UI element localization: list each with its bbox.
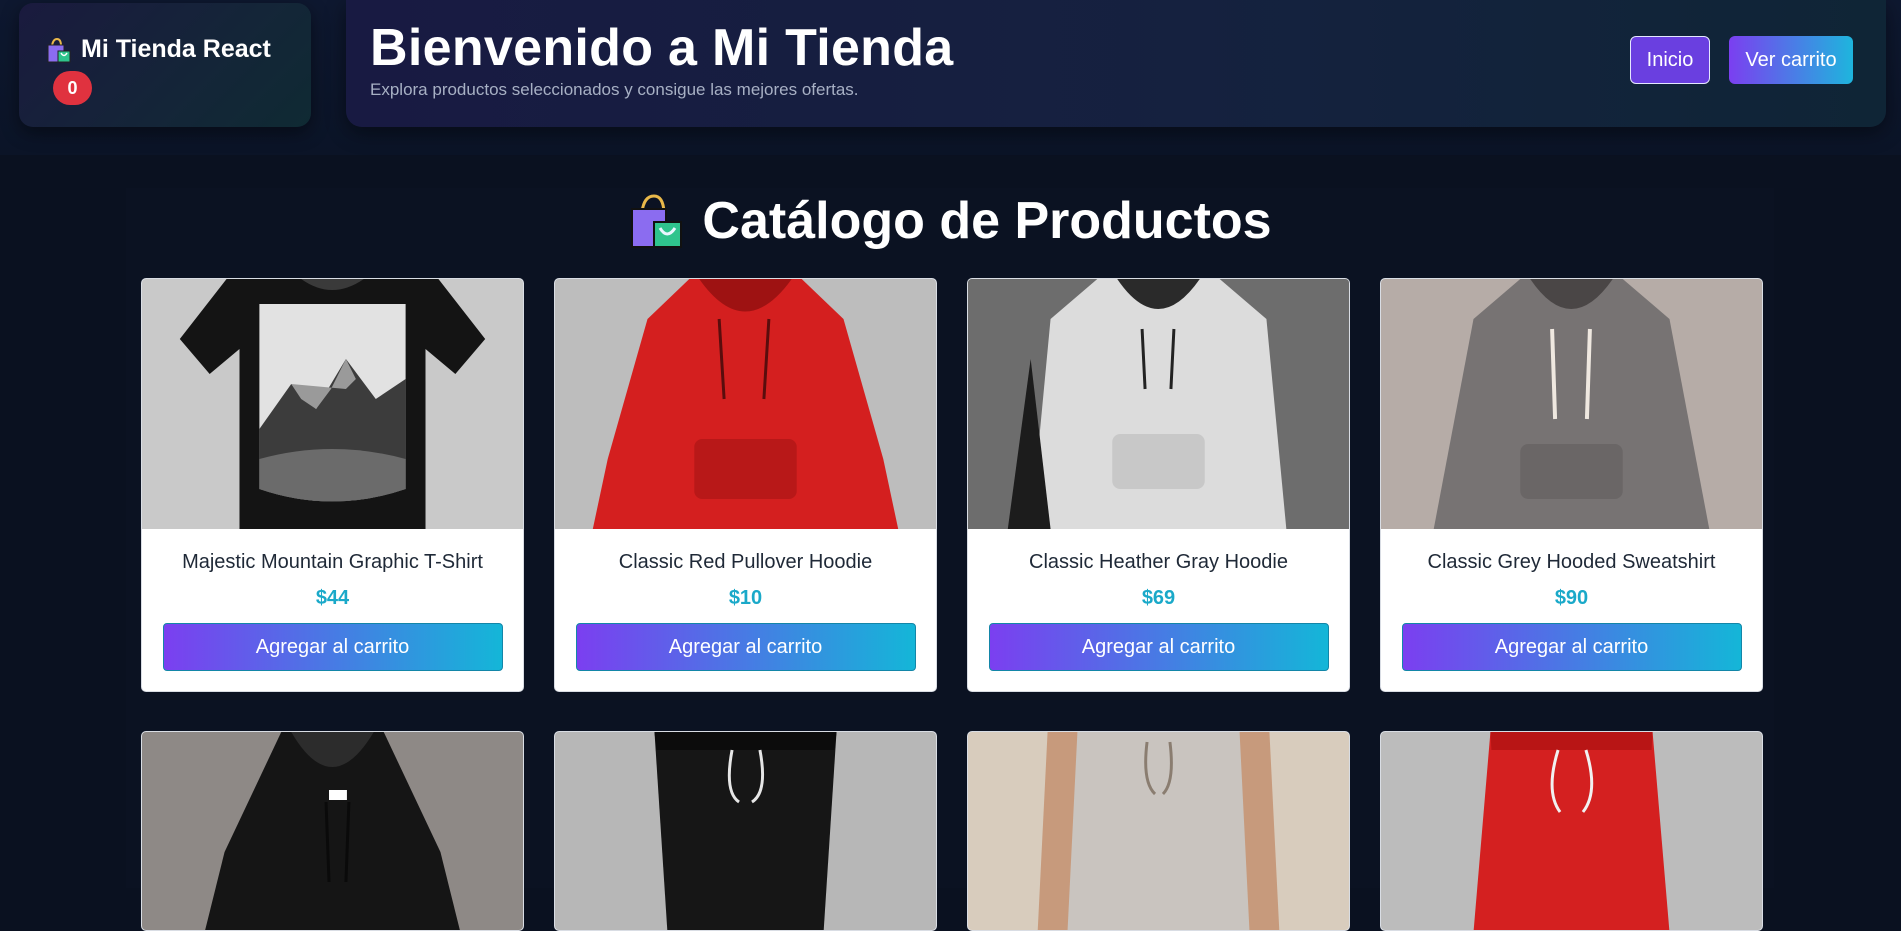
product-card bbox=[1380, 731, 1763, 931]
product-name: Classic Heather Gray Hoodie bbox=[1029, 551, 1288, 573]
shopping-bags-icon bbox=[631, 194, 683, 248]
product-image[interactable] bbox=[1381, 279, 1762, 529]
product-price: $10 bbox=[728, 587, 763, 609]
product-image[interactable] bbox=[555, 279, 936, 529]
cart-count-badge: 0 bbox=[53, 71, 92, 105]
card-padding bbox=[555, 671, 936, 691]
add-to-cart-button[interactable]: Agregar al carrito bbox=[162, 623, 503, 671]
add-to-cart-button[interactable]: Agregar al carrito bbox=[575, 623, 916, 671]
hero-title: Bienvenido a Mi Tienda bbox=[370, 19, 954, 77]
product-name: Classic Red Pullover Hoodie bbox=[618, 551, 873, 573]
product-price: $44 bbox=[315, 587, 350, 609]
brand-title[interactable]: Mi Tienda React bbox=[45, 35, 271, 64]
product-price: $69 bbox=[1141, 587, 1176, 609]
card-padding bbox=[968, 671, 1349, 691]
card-padding bbox=[142, 671, 523, 691]
view-cart-button[interactable]: Ver carrito bbox=[1729, 36, 1853, 84]
brand-card: Mi Tienda React 0 bbox=[19, 3, 311, 127]
hero-subtitle: Explora productos seleccionados y consig… bbox=[370, 80, 859, 99]
add-to-cart-button[interactable]: Agregar al carrito bbox=[988, 623, 1329, 671]
catalog-title-text: Catálogo de Productos bbox=[702, 192, 1272, 250]
home-button[interactable]: Inicio bbox=[1630, 36, 1710, 84]
product-image[interactable] bbox=[555, 732, 936, 931]
product-image[interactable] bbox=[968, 732, 1349, 931]
product-card bbox=[141, 731, 524, 931]
add-to-cart-button[interactable]: Agregar al carrito bbox=[1401, 623, 1742, 671]
product-image[interactable] bbox=[142, 732, 523, 931]
product-card: Majestic Mountain Graphic T-Shirt $44 Ag… bbox=[141, 278, 524, 692]
product-catalog: Catálogo de Productos Majestic Mountain … bbox=[126, 188, 1774, 931]
product-image[interactable] bbox=[968, 279, 1349, 529]
brand-name: Mi Tienda React bbox=[81, 35, 271, 63]
product-card: Classic Red Pullover Hoodie $10 Agregar … bbox=[554, 278, 937, 692]
product-card: Classic Heather Gray Hoodie $69 Agregar … bbox=[967, 278, 1350, 692]
card-padding bbox=[1381, 671, 1762, 691]
product-price: $90 bbox=[1554, 587, 1589, 609]
product-card bbox=[554, 731, 937, 931]
product-card bbox=[967, 731, 1350, 931]
product-image[interactable] bbox=[142, 279, 523, 529]
product-image[interactable] bbox=[1381, 732, 1762, 931]
shopping-bags-icon bbox=[47, 37, 71, 62]
product-card: Classic Grey Hooded Sweatshirt $90 Agreg… bbox=[1380, 278, 1763, 692]
product-name: Classic Grey Hooded Sweatshirt bbox=[1427, 551, 1716, 573]
product-name: Majestic Mountain Graphic T-Shirt bbox=[182, 551, 483, 573]
catalog-title: Catálogo de Productos bbox=[126, 188, 1774, 254]
